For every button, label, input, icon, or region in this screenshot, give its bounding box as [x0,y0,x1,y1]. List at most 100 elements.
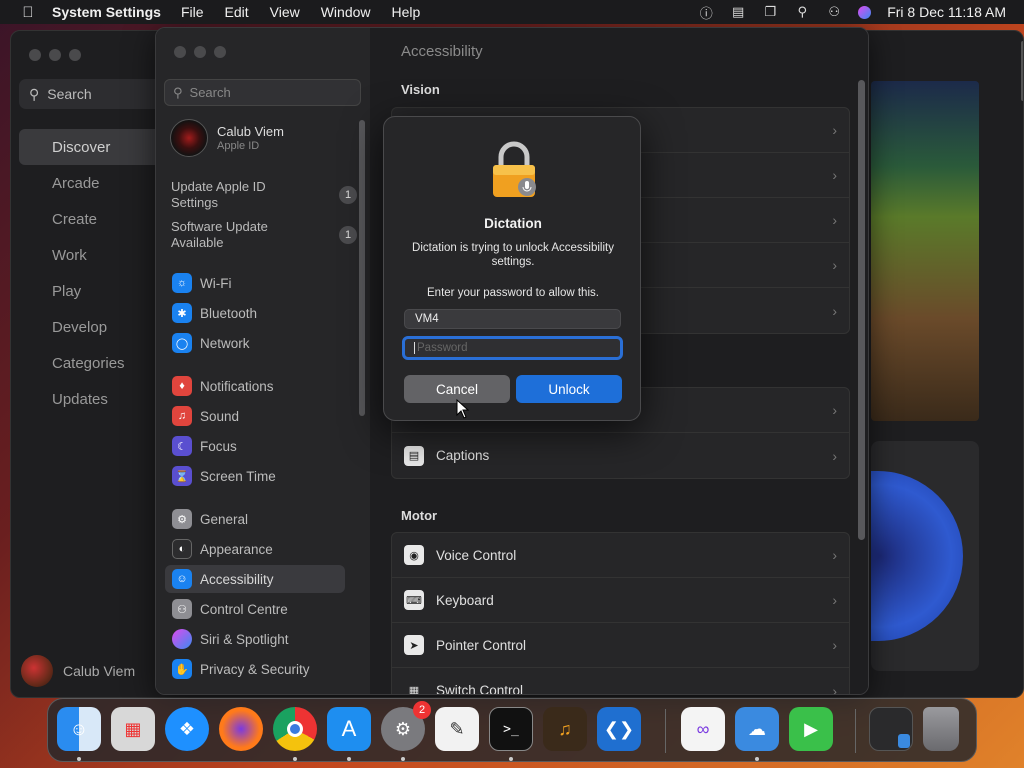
notice-software-update[interactable]: Software Update Available 1 [171,219,361,251]
sidebar-item-notifications[interactable]: ♦ Notifications [165,372,345,400]
chevron-right-icon: › [832,167,837,183]
row-pointer-control[interactable]: ➤ Pointer Control › [392,623,849,668]
sidebar-item-screen-time[interactable]: ⌛ Screen Time [165,462,345,490]
sidebar-item-appearance[interactable]: ◐ Appearance [165,535,345,563]
zoom-button[interactable] [69,49,81,61]
weather-icon[interactable]: ☁ [735,707,779,751]
stage-manager-icon[interactable]: ❐ [762,4,778,19]
nav-create[interactable]: Create [19,201,169,237]
row-label: Captions [436,448,490,463]
siri-icon[interactable] [858,5,872,19]
close-button[interactable] [174,46,186,58]
content-scrollbar[interactable] [858,80,865,540]
nav-categories[interactable]: Categories [19,345,169,381]
menu-clock[interactable]: Fri 8 Dec 11:18 AM [887,4,1006,20]
app-store-search-field[interactable]: ⚲ Search [19,79,169,109]
unlock-button[interactable]: Unlock [516,375,622,403]
sidebar-item-label: Sound [200,408,240,424]
sidebar-scrollbar[interactable] [359,120,365,416]
dictation-auth-dialog: Dictation Dictation is trying to unlock … [383,116,641,421]
chrome-icon[interactable] [273,707,317,751]
menu-edit[interactable]: Edit [225,4,249,20]
vscode-icon[interactable]: ❮❯ [597,707,641,751]
safari-icon[interactable]: ❖ [165,707,209,751]
firefox-icon[interactable] [219,707,263,751]
nav-develop[interactable]: Develop [19,309,169,345]
nav-work[interactable]: Work [19,237,169,273]
notice-update-apple-id[interactable]: Update Apple ID Settings 1 [171,179,361,211]
minimize-button[interactable] [49,49,61,61]
finder-icon[interactable]: ☺ [57,707,101,751]
sidebar-item-focus[interactable]: ☾ Focus [165,432,345,460]
visual-studio-icon[interactable]: ∞ [681,707,725,751]
sidebar-item-label: Bluetooth [200,305,258,321]
chevron-right-icon: › [832,212,837,228]
launchpad-icon[interactable]: ▦ [111,707,155,751]
system-settings-icon[interactable]: ⚙ 2 [381,701,431,751]
menu-file[interactable]: File [181,4,204,20]
settings-search-field[interactable]: ⚲ Search [164,79,361,106]
featured-artwork[interactable] [871,81,979,421]
menu-app-name[interactable]: System Settings [52,4,161,20]
app-store-icon[interactable]: A [327,707,371,751]
wifi-icon: ☼ [172,273,192,293]
pointer-icon: ➤ [404,635,424,655]
zoom-button[interactable] [214,46,226,58]
facetime-icon[interactable]: ▶ [789,707,833,751]
sidebar-item-network[interactable]: ◯ Network [165,329,345,357]
notice-label: Update Apple ID Settings [171,179,266,210]
row-label: Keyboard [436,592,494,608]
nav-discover[interactable]: Discover [19,129,169,165]
sidebar-item-label: Control Centre [200,601,288,617]
apple-id-account[interactable]: Calub Viem Apple ID [170,119,284,157]
terminal-icon[interactable]: >_ [489,707,533,751]
minimize-button[interactable] [194,46,206,58]
sidebar-item-privacy-security[interactable]: ✋ Privacy & Security [165,655,345,683]
lock-icon [493,141,536,197]
row-switch-control[interactable]: ▦ Switch Control › [392,668,849,695]
trash-icon[interactable] [923,707,959,751]
display-icon[interactable]: ▤ [730,4,746,19]
menu-window[interactable]: Window [321,4,371,20]
nav-updates[interactable]: Updates [19,381,169,417]
sidebar-item-accessibility[interactable]: ☺ Accessibility [165,565,345,593]
menu-view[interactable]: View [270,4,300,20]
sidebar-item-label: General [200,511,249,527]
chevron-right-icon: › [832,682,837,695]
sidebar-item-general[interactable]: ⚙ General [165,505,345,533]
sidebar-item-siri-spotlight[interactable]: Siri & Spotlight [165,625,345,653]
siri-icon [172,629,192,649]
sidebar-item-control-centre[interactable]: ⚇ Control Centre [165,595,345,623]
textedit-icon[interactable]: ✎ [435,707,479,751]
accessibility-icon[interactable]: ⓘ [698,5,714,21]
nav-arcade[interactable]: Arcade [19,165,169,201]
dialog-title: Dictation [484,216,542,231]
row-captions[interactable]: ▤ Captions › [392,433,849,478]
password-field[interactable]: Password [402,336,623,360]
account-subtitle: Apple ID [217,140,260,152]
garageband-icon[interactable]: ♫ [543,707,587,751]
sidebar-item-sound[interactable]: ♫ Sound [165,402,345,430]
search-icon[interactable]: ⚲ [794,4,810,19]
row-keyboard[interactable]: ⌨ Keyboard › [392,578,849,623]
downloads-icon[interactable] [869,707,913,751]
app-store-nav: Discover Arcade Create Work Play Develop… [19,129,169,417]
chevron-right-icon: › [832,592,837,608]
sidebar-item-wifi[interactable]: ☼ Wi-Fi [165,269,345,297]
section-motor: Motor [401,508,438,523]
avatar [21,655,53,687]
speaker-icon: ♫ [172,406,192,426]
search-icon: ⚲ [173,84,183,100]
chevron-right-icon: › [832,257,837,273]
row-voice-control[interactable]: ◉ Voice Control › [392,533,849,578]
sidebar-item-bluetooth[interactable]: ✱ Bluetooth [165,299,345,327]
menu-help[interactable]: Help [392,4,421,20]
apple-menu-icon[interactable]:  [18,4,38,21]
nav-play[interactable]: Play [19,273,169,309]
app-store-account[interactable]: Calub Viem [21,655,135,687]
account-name: Calub Viem [217,124,284,139]
username-field[interactable]: VM4 [404,309,621,329]
control-centre-icon[interactable]: ⚇ [826,4,842,19]
close-button[interactable] [29,49,41,61]
dialog-prompt: Enter your password to allow this. [427,287,599,299]
